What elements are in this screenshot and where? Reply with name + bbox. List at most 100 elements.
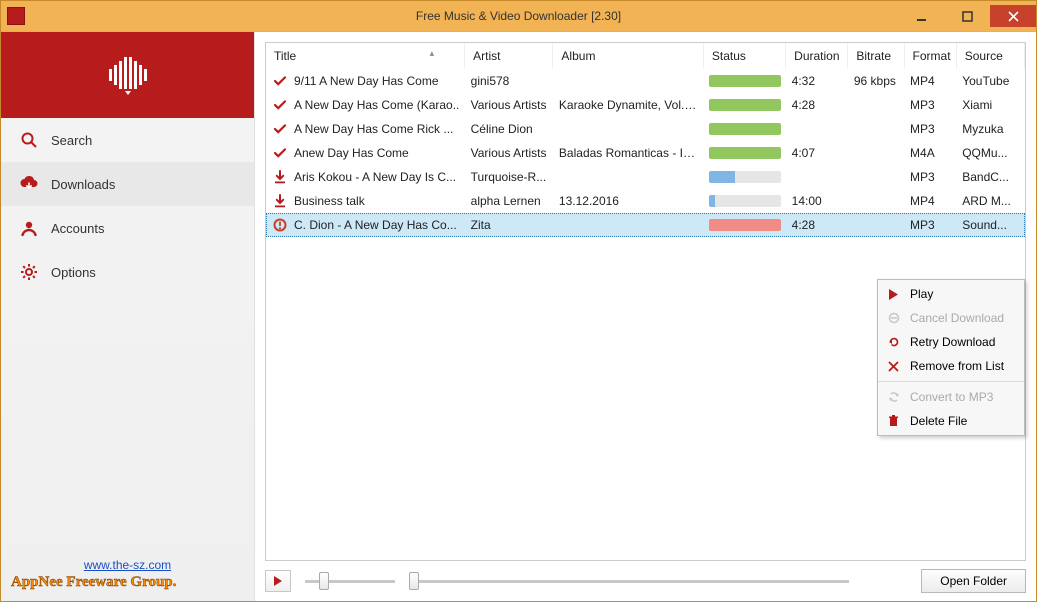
close-icon [1008,11,1019,22]
sidebar-item-options[interactable]: Options [1,250,254,294]
col-duration[interactable]: Duration [786,43,848,69]
cell-source: QQMu... [956,141,1024,165]
cell-artist: Zita [465,213,553,237]
logo-icon [101,55,155,95]
cell-duration [786,117,848,141]
context-menu: Play Cancel Download Retry Download Remove … [877,279,1025,436]
seek-slider[interactable] [409,580,849,583]
sidebar-footer: www.the-sz.com AppNee Freeware Group. [1,552,254,601]
table-row[interactable]: Aris Kokou - A New Day Is C...Turquoise-… [266,165,1025,189]
cell-status [703,69,785,93]
cell-bitrate [848,93,904,117]
menu-item-retry-download[interactable]: Retry Download [878,330,1024,354]
check-icon [272,73,288,89]
col-status[interactable]: Status [703,43,785,69]
table-row[interactable]: A New Day Has Come Rick ... Céline Dion MP… [266,117,1025,141]
app-icon [7,7,25,25]
cell-format: MP3 [904,213,956,237]
footer-link[interactable]: www.the-sz.com [11,558,244,572]
cell-bitrate: 96 kbps [848,69,904,93]
menu-item-play[interactable]: Play [878,282,1024,306]
cell-duration: 14:00 [786,189,848,213]
cell-status [703,93,785,117]
cell-title: A New Day Has Come Rick ... [294,122,453,136]
remove-icon [888,361,902,372]
table-row[interactable]: Business talkalpha Lernen13.12.201614:00… [266,189,1025,213]
sidebar-item-label: Search [51,133,92,148]
delete-icon [888,415,902,427]
close-button[interactable] [990,5,1036,27]
cell-source: ARD M... [956,189,1024,213]
menu-item-label: Cancel Download [910,311,1004,325]
menu-item-label: Play [910,287,933,301]
maximize-icon [962,11,973,22]
sidebar-item-label: Options [51,265,96,280]
footer-brand-text: AppNee Freeware Group. [11,574,244,591]
nav-list: Search Downloads Accounts [1,118,254,552]
cancel-icon [888,312,902,324]
app-window: Free Music & Video Downloader [2.30] [0,0,1037,602]
cell-format: MP4 [904,69,956,93]
cell-album: 13.12.2016 [553,189,703,213]
window-title: Free Music & Video Downloader [2.30] [1,9,1036,23]
cell-format: MP3 [904,165,956,189]
col-title[interactable]: Title▴ [266,43,465,69]
maximize-button[interactable] [944,5,990,27]
brand-logo [1,32,254,118]
cell-format: MP3 [904,93,956,117]
bottom-bar: Open Folder [265,561,1026,593]
col-source[interactable]: Source [956,43,1024,69]
cell-bitrate [848,117,904,141]
cell-title: 9/11 A New Day Has Come [294,74,439,88]
cell-format: MP3 [904,117,956,141]
table-row[interactable]: A New Day Has Come (Karao...Various Arti… [266,93,1025,117]
table-header-row: Title▴ Artist Album Status Duration Bitr… [266,43,1025,69]
cell-duration: 4:32 [786,69,848,93]
cell-artist: Céline Dion [465,117,553,141]
sort-asc-icon: ▴ [430,48,435,59]
sidebar-item-search[interactable]: Search [1,118,254,162]
cell-duration: 4:28 [786,213,848,237]
retry-icon [888,336,902,348]
cell-duration: 4:28 [786,93,848,117]
open-folder-button[interactable]: Open Folder [921,569,1026,593]
cell-title: Anew Day Has Come [294,146,409,160]
cell-album: Karaoke Dynamite, Vol. 23 [553,93,703,117]
menu-item-delete-file[interactable]: Delete File [878,409,1024,433]
menu-item-label: Remove from List [910,359,1004,373]
check-icon [272,145,288,161]
cell-title: C. Dion - A New Day Has Co... [294,218,457,232]
col-bitrate[interactable]: Bitrate [848,43,904,69]
check-icon [272,97,288,113]
cell-bitrate [848,141,904,165]
cell-artist: alpha Lernen [465,189,553,213]
cell-title: A New Day Has Come (Karao... [294,98,459,112]
col-format[interactable]: Format [904,43,956,69]
check-icon [272,121,288,137]
menu-item-label: Retry Download [910,335,995,349]
cell-status [703,213,785,237]
cell-artist: Various Artists [465,141,553,165]
cell-album [553,165,703,189]
table-row[interactable]: C. Dion - A New Day Has Co... Zita 4:28 MP3… [266,213,1025,237]
cell-status [703,141,785,165]
minimize-button[interactable] [898,5,944,27]
table-row[interactable]: Anew Day Has ComeVarious ArtistsBaladas … [266,141,1025,165]
convert-icon [888,391,902,403]
cell-format: MP4 [904,189,956,213]
volume-slider[interactable] [305,580,395,583]
play-icon [273,576,283,586]
sidebar-item-accounts[interactable]: Accounts [1,206,254,250]
play-button[interactable] [265,570,291,592]
table-row[interactable]: 9/11 A New Day Has Comegini5784:3296 kbp… [266,69,1025,93]
cell-bitrate [848,165,904,189]
download-icon [272,193,288,209]
col-album[interactable]: Album [553,43,703,69]
col-artist[interactable]: Artist [465,43,553,69]
menu-item-remove-from-list[interactable]: Remove from List [878,354,1024,378]
sidebar-item-downloads[interactable]: Downloads [1,162,254,206]
menu-item-label: Convert to MP3 [910,390,993,404]
cell-album [553,213,703,237]
cell-source: Xiami [956,93,1024,117]
cell-duration [786,165,848,189]
